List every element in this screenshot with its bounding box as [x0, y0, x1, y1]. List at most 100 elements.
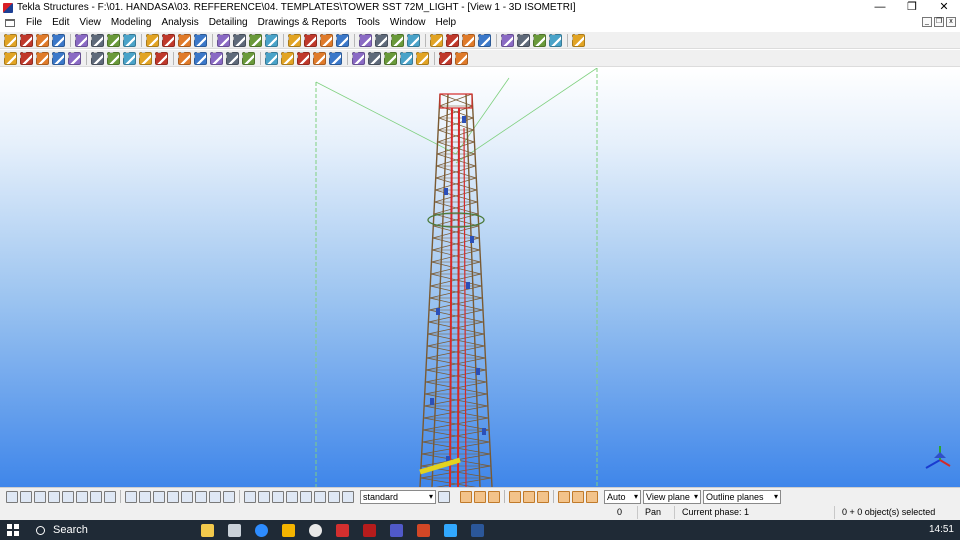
snap-midpoint-icon[interactable]: [368, 51, 381, 65]
document-window-icon[interactable]: [5, 18, 15, 27]
snap-endpoint-icon[interactable]: [384, 51, 397, 65]
select-plane-icon[interactable]: [167, 490, 179, 503]
snap-extension-icon[interactable]: [523, 490, 535, 503]
view-properties-icon[interactable]: [162, 33, 175, 47]
powerpoint-icon[interactable]: [417, 523, 430, 537]
model-view-3d[interactable]: [0, 68, 960, 487]
snap-relative-icon[interactable]: [586, 490, 598, 503]
snap-geometry-icon[interactable]: [474, 490, 486, 503]
open-icon[interactable]: [20, 33, 33, 47]
strip-footing-icon[interactable]: [210, 51, 223, 65]
snap-grid-icon[interactable]: [558, 490, 570, 503]
column-icon[interactable]: [20, 51, 33, 65]
select-surfaces-icon[interactable]: [34, 490, 46, 503]
create-view-icon[interactable]: [217, 33, 230, 47]
file-explorer-icon[interactable]: [282, 523, 295, 537]
work-plane-select[interactable]: View plane ▾: [643, 489, 701, 504]
undo-icon[interactable]: [52, 33, 65, 47]
save-icon[interactable]: [36, 33, 49, 47]
polybeam-icon[interactable]: [155, 51, 168, 65]
catalog-icon[interactable]: [478, 33, 491, 47]
report-icon[interactable]: [517, 33, 530, 47]
snap-free-icon[interactable]: [439, 51, 452, 65]
menu-drawings-reports[interactable]: Drawings & Reports: [253, 15, 352, 30]
arc-icon[interactable]: [430, 33, 443, 47]
redo-icon[interactable]: [75, 33, 88, 47]
select-single-icon[interactable]: [328, 490, 340, 503]
select-assemblies-icon[interactable]: [258, 490, 270, 503]
clip-plane-icon[interactable]: [194, 33, 207, 47]
menu-edit[interactable]: Edit: [47, 15, 74, 30]
grid-icon[interactable]: [375, 33, 388, 47]
menu-view[interactable]: View: [74, 15, 106, 30]
snap-line-icon[interactable]: [509, 490, 521, 503]
select-welds-icon[interactable]: [90, 490, 102, 503]
slab-icon[interactable]: [52, 51, 65, 65]
new-icon[interactable]: [4, 33, 17, 47]
model-folder-icon[interactable]: [249, 33, 262, 47]
menu-tools[interactable]: Tools: [352, 15, 385, 30]
close-button[interactable]: ✕: [928, 0, 960, 15]
view-restore-button[interactable]: ❐: [934, 17, 944, 27]
fitting-icon[interactable]: [139, 51, 152, 65]
bolt-icon[interactable]: [91, 51, 104, 65]
line-icon[interactable]: [446, 33, 459, 47]
beam-icon[interactable]: [4, 51, 17, 65]
current-phase[interactable]: Current phase: 1: [682, 507, 749, 517]
cut-icon[interactable]: [123, 51, 136, 65]
menu-modeling[interactable]: Modeling: [106, 15, 157, 30]
panel-icon[interactable]: [68, 51, 81, 65]
task-view-icon[interactable]: [228, 523, 241, 537]
reinforcement-icon[interactable]: [226, 51, 239, 65]
drawing-list-icon[interactable]: [533, 33, 546, 47]
menu-help[interactable]: Help: [430, 15, 461, 30]
copilot-icon[interactable]: [201, 523, 214, 537]
print-icon[interactable]: [265, 33, 278, 47]
work-area-icon[interactable]: [178, 33, 191, 47]
move-icon[interactable]: [320, 33, 333, 47]
select-connections-icon[interactable]: [314, 490, 326, 503]
snap-nearest-icon[interactable]: [488, 490, 500, 503]
planes-display-select[interactable]: Outline planes ▾: [703, 489, 781, 504]
select-seams-icon[interactable]: [300, 490, 312, 503]
surface-icon[interactable]: [297, 51, 310, 65]
numbering-icon[interactable]: [501, 33, 514, 47]
selection-filter-select[interactable]: standard ▾: [360, 489, 436, 504]
menu-window[interactable]: Window: [385, 15, 431, 30]
snap-ref-icon[interactable]: [460, 490, 472, 503]
curved-beam-icon[interactable]: [178, 51, 191, 65]
settings-icon[interactable]: [572, 33, 585, 47]
menu-file[interactable]: File: [21, 15, 47, 30]
stirrup-icon[interactable]: [281, 51, 294, 65]
copy-icon[interactable]: [336, 33, 349, 47]
plate-icon[interactable]: [36, 51, 49, 65]
zoom-icon[interactable]: [255, 523, 268, 537]
word-icon[interactable]: [471, 523, 484, 537]
select-cuts-icon[interactable]: [104, 490, 116, 503]
select-views-icon[interactable]: [125, 490, 137, 503]
snap-intersection-icon[interactable]: [400, 51, 413, 65]
component-icon[interactable]: [462, 33, 475, 47]
weld-icon[interactable]: [107, 51, 120, 65]
select-all-switch-icon[interactable]: [6, 490, 18, 503]
pad-footing-icon[interactable]: [194, 51, 207, 65]
select-reference-icon[interactable]: [181, 490, 193, 503]
select-groups-icon[interactable]: [272, 490, 284, 503]
properties-icon[interactable]: [288, 33, 301, 47]
tekla-icon[interactable]: [363, 523, 376, 537]
acrobat-icon[interactable]: [336, 523, 349, 537]
select-points-icon[interactable]: [48, 490, 60, 503]
menu-detailing[interactable]: Detailing: [204, 15, 253, 30]
select-objects-icon[interactable]: [244, 490, 256, 503]
chamfer-icon[interactable]: [313, 51, 326, 65]
view-close-button[interactable]: x: [946, 17, 956, 27]
menu-analysis[interactable]: Analysis: [156, 15, 203, 30]
snap-icon[interactable]: [352, 51, 365, 65]
select-parts-icon[interactable]: [20, 490, 32, 503]
zoom-in-icon[interactable]: [107, 33, 120, 47]
restore-button[interactable]: ❐: [896, 0, 928, 15]
select-assembly-icon[interactable]: [195, 490, 207, 503]
snapshot-icon[interactable]: [233, 33, 246, 47]
snap-perpendicular-icon[interactable]: [416, 51, 429, 65]
measure-icon[interactable]: [359, 33, 372, 47]
